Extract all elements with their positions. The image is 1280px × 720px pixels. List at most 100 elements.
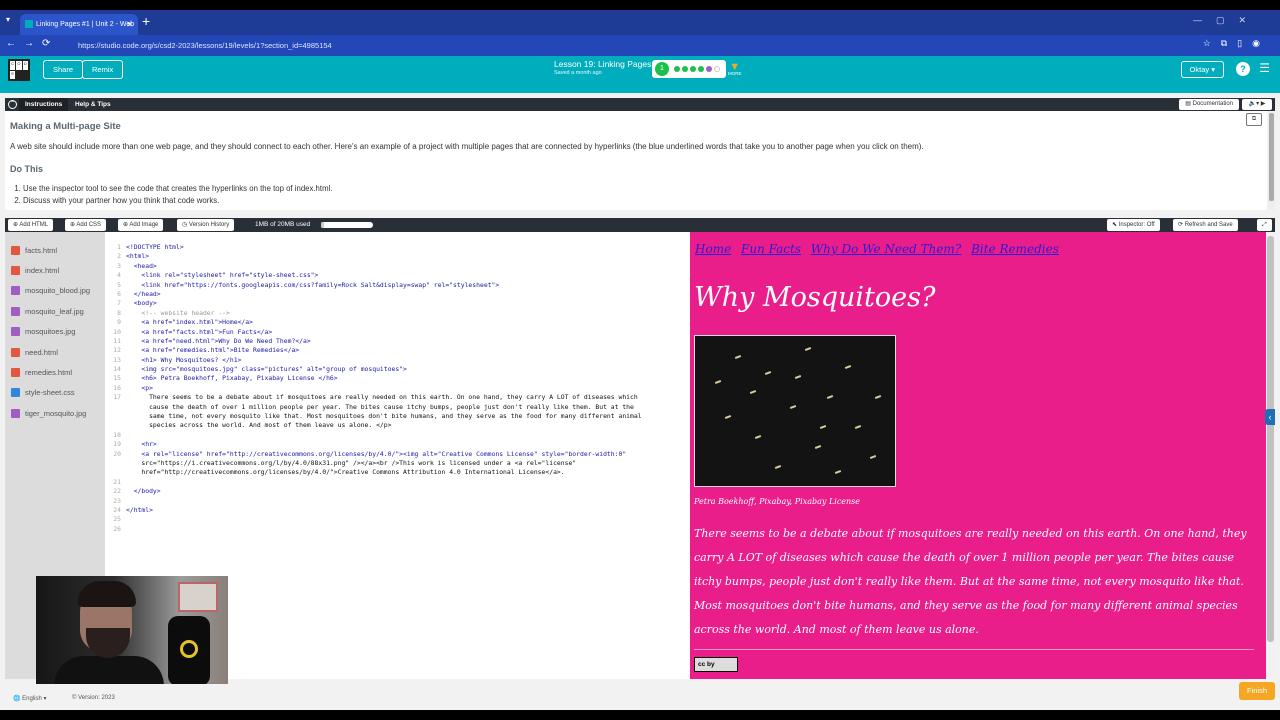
code-line[interactable]: <link rel="stylesheet" href="style-sheet… bbox=[126, 271, 686, 280]
share-button[interactable]: Share bbox=[43, 60, 84, 79]
preview-link-remedies[interactable]: Bite Remedies bbox=[971, 242, 1059, 256]
preview-scroll-thumb[interactable] bbox=[1267, 236, 1274, 642]
file-item[interactable]: remedies.html bbox=[5, 362, 105, 382]
code-line[interactable]: <a href="index.html">Home</a> bbox=[126, 318, 686, 327]
preview-link-fun-facts[interactable]: Fun Facts bbox=[741, 242, 801, 256]
code-line[interactable]: <p> bbox=[126, 384, 686, 393]
level-dot[interactable] bbox=[674, 66, 680, 72]
code-line[interactable]: <html> bbox=[126, 252, 686, 261]
remix-button[interactable]: Remix bbox=[82, 60, 124, 79]
code-line[interactable]: <a href="remedies.html">Bite Remedies</a… bbox=[126, 346, 686, 355]
code-line[interactable]: <link href="https://fonts.googleapis.com… bbox=[126, 281, 686, 290]
code-line[interactable]: src="https://i.creativecommons.org/l/by/… bbox=[126, 459, 686, 468]
file-item[interactable]: mosquitoes.jpg bbox=[5, 322, 105, 342]
code-lines[interactable]: <!DOCTYPE html> <html> <head> <link rel="… bbox=[126, 243, 686, 534]
code-line[interactable]: <a rel="license" href="http://creativeco… bbox=[126, 450, 686, 459]
code-line[interactable]: </body> bbox=[126, 487, 686, 496]
code-line[interactable]: There seems to be a debate about if mosq… bbox=[126, 393, 686, 402]
file-item[interactable]: facts.html bbox=[5, 240, 105, 260]
code-line[interactable]: </head> bbox=[126, 290, 686, 299]
level-dot[interactable] bbox=[690, 66, 696, 72]
file-item[interactable]: mosquito_blood.jpg bbox=[5, 281, 105, 301]
collapse-icon[interactable]: ⌃ bbox=[8, 100, 17, 109]
code-line[interactable]: same time, not every mosquito like that.… bbox=[126, 412, 686, 421]
code-line[interactable]: <h1> Why Mosquitoes? </h1> bbox=[126, 356, 686, 365]
html-file-icon bbox=[11, 245, 20, 255]
level-dot[interactable] bbox=[698, 66, 704, 72]
window-controls[interactable]: —▢✕ bbox=[1193, 15, 1260, 26]
code-line[interactable]: </html> bbox=[126, 506, 686, 515]
code-line[interactable]: <!-- website header --> bbox=[126, 309, 686, 318]
side-panel-toggle-icon[interactable]: ‹ bbox=[1265, 409, 1275, 425]
file-item[interactable]: index.html bbox=[5, 260, 105, 280]
code-line[interactable]: <a href="need.html">Why Do We Need Them?… bbox=[126, 337, 686, 346]
level-dot[interactable] bbox=[706, 66, 712, 72]
file-item[interactable]: style-sheet.css bbox=[5, 383, 105, 403]
mosquito-speck bbox=[826, 395, 834, 399]
code-line[interactable]: <hr> bbox=[126, 440, 686, 449]
saved-status: Saved a month ago bbox=[554, 70, 602, 76]
preview-link-home[interactable]: Home bbox=[695, 242, 731, 256]
mosquito-speck bbox=[814, 445, 822, 449]
code-line[interactable]: <!DOCTYPE html> bbox=[126, 243, 686, 252]
add-css-button[interactable]: ⊕ Add CSS bbox=[65, 219, 107, 231]
audio-controls[interactable]: 🔈▾ ▶ bbox=[1242, 99, 1272, 110]
lesson-name[interactable]: Lesson 19: Linking Pages bbox=[554, 59, 651, 69]
browser-tab[interactable]: Linking Pages #1 | Unit 2 - Web ✕ bbox=[20, 14, 138, 35]
instructions-scrollbar[interactable] bbox=[1268, 111, 1275, 210]
logo-letter: O bbox=[16, 61, 22, 70]
tab-help-tips[interactable]: Help & Tips bbox=[75, 98, 111, 111]
code-line[interactable]: <img src="mosquitoes.jpg" class="picture… bbox=[126, 365, 686, 374]
tab-search-icon[interactable]: ▾ bbox=[6, 15, 10, 24]
code-line[interactable]: <head> bbox=[126, 262, 686, 271]
code-line[interactable] bbox=[126, 478, 686, 487]
navigation-icons[interactable]: ←→⟳ bbox=[6, 38, 58, 49]
code-line[interactable]: href="http://creativecommons.org/license… bbox=[126, 468, 686, 477]
code-line[interactable]: <a href="facts.html">Fun Facts</a> bbox=[126, 328, 686, 337]
code-org-logo[interactable]: C O D E bbox=[8, 59, 30, 81]
version-history-button[interactable]: ◷ Version History bbox=[177, 219, 235, 231]
preview-link-why[interactable]: Why Do We Need Them? bbox=[811, 242, 961, 256]
level-dot[interactable] bbox=[682, 66, 688, 72]
file-item[interactable]: tiger_mosquito.jpg bbox=[5, 403, 105, 423]
language-selector[interactable]: 🌐 English ▾ bbox=[13, 695, 47, 702]
code-line[interactable]: cause the death of over 1 million people… bbox=[126, 403, 686, 412]
line-number bbox=[105, 412, 121, 421]
code-line[interactable] bbox=[126, 515, 686, 524]
level-dot[interactable] bbox=[714, 66, 720, 72]
code-line[interactable] bbox=[126, 525, 686, 534]
more-levels[interactable]: ▼ MORE bbox=[728, 61, 742, 76]
cc-license-badge[interactable]: cc by bbox=[694, 657, 738, 672]
new-tab-icon[interactable]: + bbox=[142, 13, 150, 29]
fullscreen-icon[interactable]: ⤢ bbox=[1257, 219, 1272, 231]
file-item[interactable]: mosquito_leaf.jpg bbox=[5, 301, 105, 321]
tab-instructions[interactable]: Instructions bbox=[19, 98, 69, 111]
instructions-scroll-thumb[interactable] bbox=[1269, 113, 1274, 201]
close-tab-icon[interactable]: ✕ bbox=[126, 14, 133, 35]
do-this-heading: Do This bbox=[10, 164, 43, 174]
preview-scrollbar[interactable] bbox=[1266, 232, 1275, 679]
user-menu-button[interactable]: Oktay ▾ bbox=[1180, 61, 1224, 78]
code-line[interactable]: <h6> Petra Boekhoff, Pixabay, Pixabay Li… bbox=[126, 374, 686, 383]
preview-nav: Home Fun Facts Why Do We Need Them? Bite… bbox=[695, 242, 1065, 256]
current-level-bubble[interactable]: 1 bbox=[655, 62, 669, 76]
finish-button[interactable]: Finish bbox=[1239, 682, 1275, 700]
refresh-save-button[interactable]: ⟳ Refresh and Save bbox=[1173, 219, 1238, 231]
file-item[interactable]: need.html bbox=[5, 342, 105, 362]
code-line[interactable]: <body> bbox=[126, 299, 686, 308]
url-field[interactable]: https://studio.code.org/s/csd2-2023/less… bbox=[66, 38, 1156, 53]
documentation-button[interactable]: ▤ Documentation bbox=[1179, 99, 1239, 110]
browser-extension-icons[interactable]: ☆⧉▯◉ bbox=[1203, 38, 1270, 49]
code-line[interactable] bbox=[126, 497, 686, 506]
expand-instructions-icon[interactable]: ⧉ bbox=[1246, 113, 1262, 126]
hamburger-menu-icon[interactable]: ☰ bbox=[1259, 61, 1270, 75]
add-image-button[interactable]: ⊕ Add Image bbox=[118, 219, 164, 231]
inspector-button[interactable]: ⬉ Inspector: Off bbox=[1107, 219, 1160, 231]
code-line[interactable] bbox=[126, 431, 686, 440]
add-html-button[interactable]: ⊕ Add HTML bbox=[8, 219, 54, 231]
help-icon[interactable]: ? bbox=[1236, 62, 1250, 76]
line-number: 13 bbox=[113, 355, 121, 364]
code-line[interactable]: species across the world. And most of th… bbox=[126, 421, 686, 430]
person-body bbox=[54, 656, 164, 684]
instructions-heading: Making a Multi-page Site bbox=[10, 121, 121, 132]
